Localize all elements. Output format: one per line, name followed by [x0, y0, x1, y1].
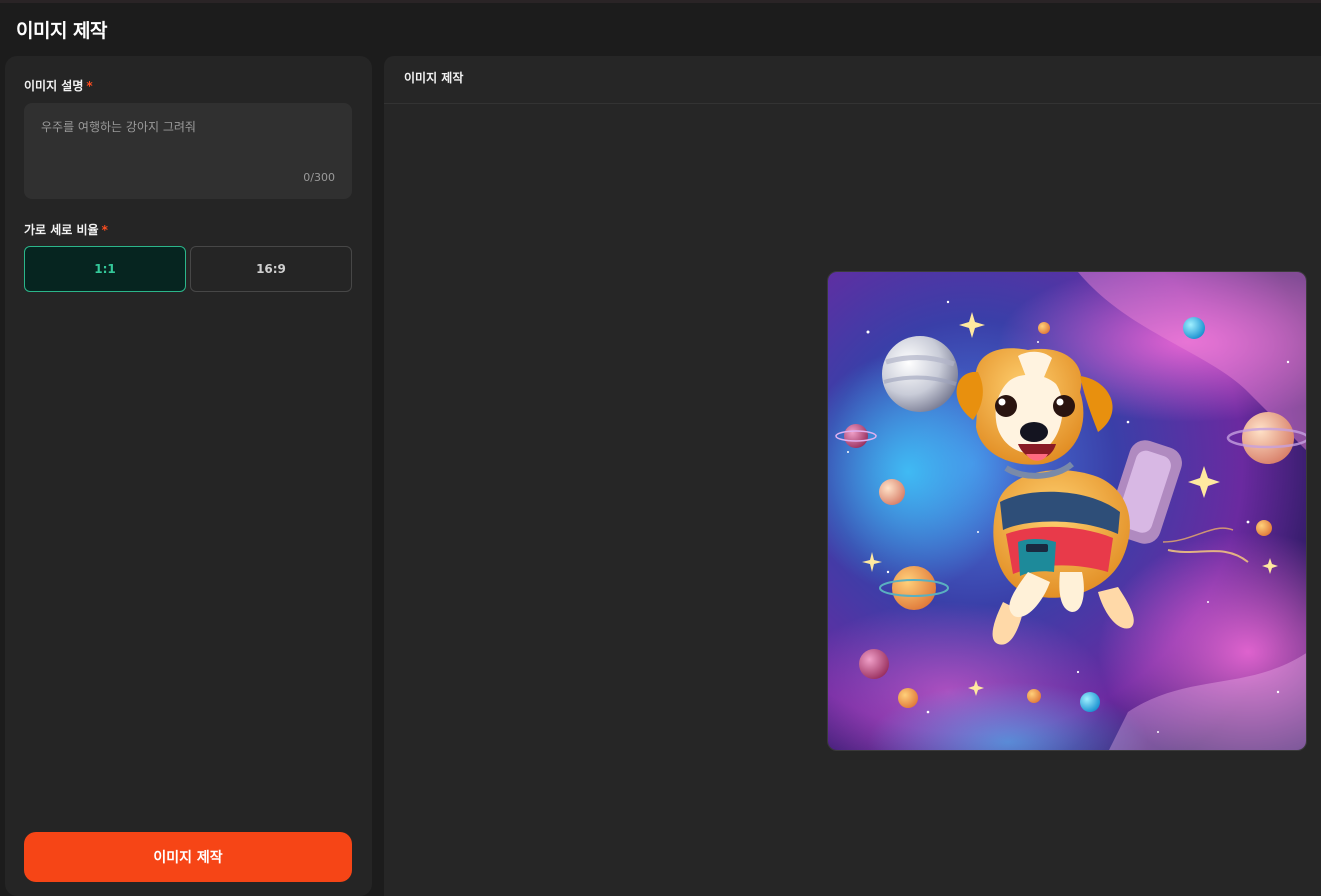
- result-title: 이미지 제작: [404, 71, 464, 85]
- result-panel: 이미지 제작: [384, 56, 1321, 896]
- ratio-option-1-1[interactable]: 1:1: [24, 246, 186, 292]
- description-field-container: 0/300: [24, 103, 352, 199]
- top-border: [0, 0, 1321, 3]
- required-mark: *: [101, 223, 108, 237]
- description-input[interactable]: [24, 103, 352, 199]
- description-label-text: 이미지 설명: [24, 79, 84, 93]
- space-dog-illustration: [828, 272, 1306, 750]
- required-mark: *: [86, 79, 93, 93]
- generated-image[interactable]: [827, 271, 1307, 751]
- ratio-label: 가로 세로 비율 *: [24, 221, 108, 238]
- page-title: 이미지 제작: [16, 20, 108, 42]
- ratio-option-16-9[interactable]: 16:9: [190, 246, 352, 292]
- form-panel: 이미지 설명* 0/300 가로 세로 비율* 1:1 16:9 이미지 제작: [5, 56, 372, 896]
- description-label: 이미지 설명 *: [24, 77, 93, 94]
- char-counter: 0/300: [303, 171, 335, 184]
- generate-image-button[interactable]: 이미지 제작: [24, 832, 352, 882]
- result-header: 이미지 제작: [384, 56, 1321, 104]
- ratio-label-text: 가로 세로 비율: [24, 223, 99, 237]
